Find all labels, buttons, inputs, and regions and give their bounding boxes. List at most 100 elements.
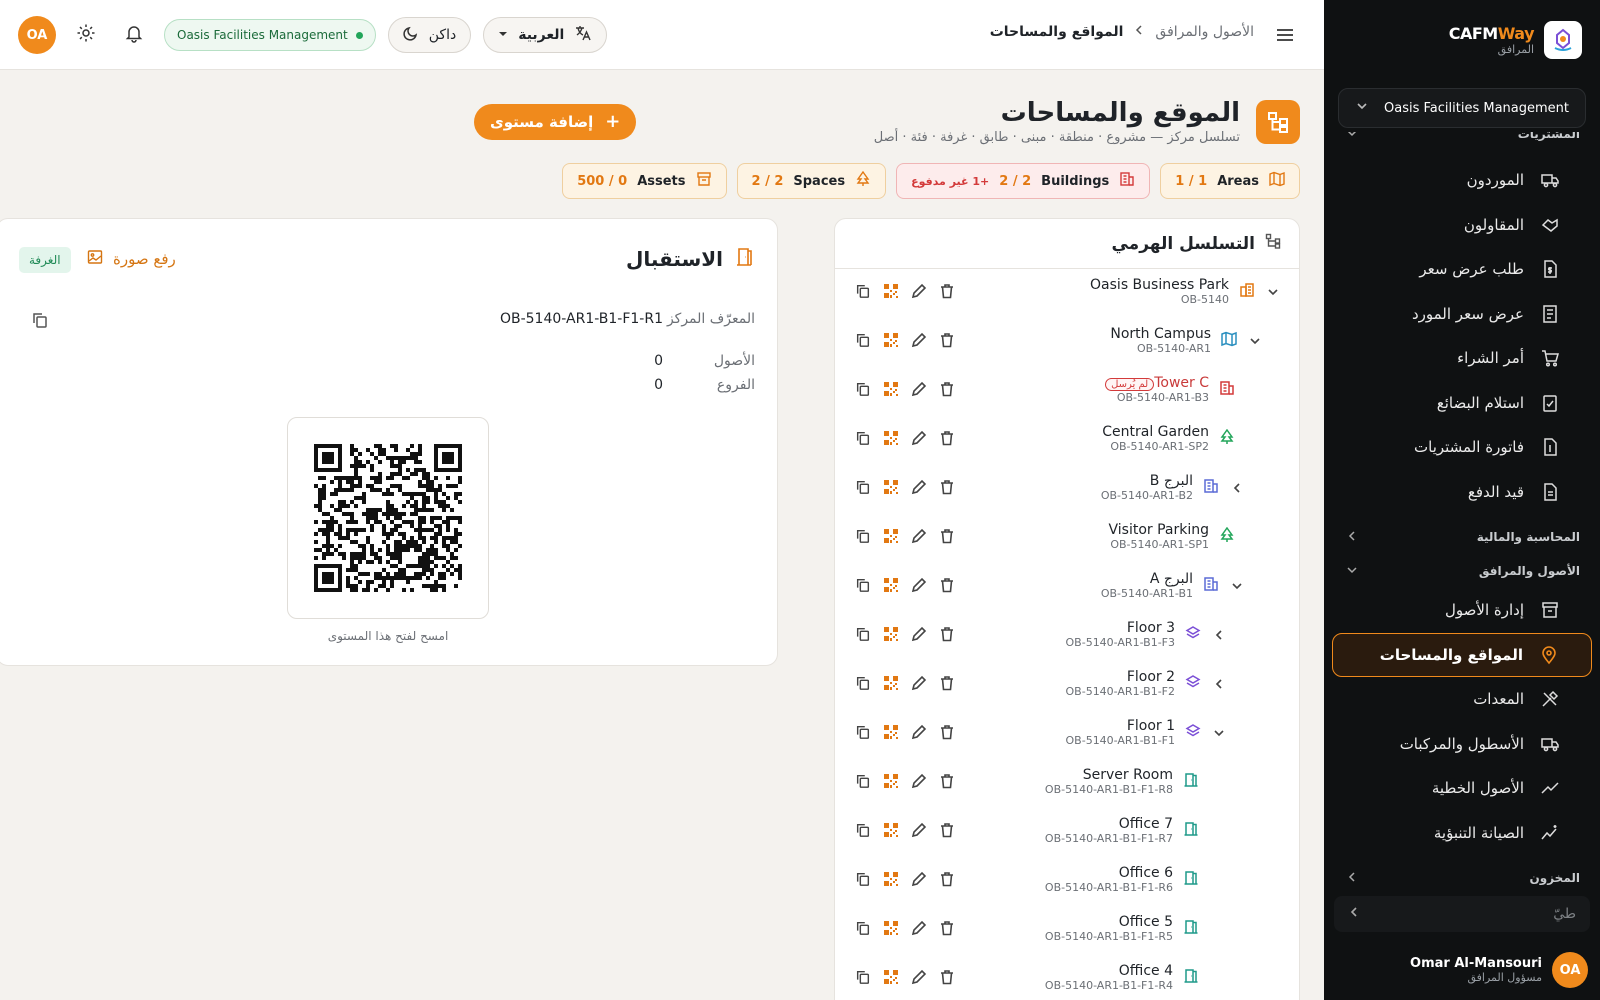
copy-id-button[interactable]: [31, 311, 49, 333]
qr-icon[interactable]: [881, 820, 901, 840]
copy-icon[interactable]: [853, 967, 873, 987]
tree-row[interactable]: Floor 2 OB-5140-AR1-B1-F2: [835, 661, 1299, 710]
edit-icon[interactable]: [909, 967, 929, 987]
qr-icon[interactable]: [881, 624, 901, 644]
edit-icon[interactable]: [909, 722, 929, 742]
qr-icon[interactable]: [881, 281, 901, 301]
tree-row[interactable]: Office 6 OB-5140-AR1-B1-F1-R6: [835, 857, 1299, 906]
settings-button[interactable]: [68, 17, 104, 53]
copy-icon[interactable]: [853, 918, 873, 938]
org-status-badge[interactable]: Oasis Facilities Management: [164, 19, 376, 51]
theme-toggle[interactable]: داكن: [387, 17, 472, 53]
nav-section-accounting[interactable]: المحاسبة والمالية: [1324, 520, 1600, 554]
trash-icon[interactable]: [937, 820, 957, 840]
language-select[interactable]: العربية: [483, 17, 608, 53]
edit-icon[interactable]: [909, 428, 929, 448]
trash-icon[interactable]: [937, 967, 957, 987]
qr-icon[interactable]: [881, 477, 901, 497]
trash-icon[interactable]: [937, 575, 957, 595]
sidebar-item-equipment[interactable]: المعدات: [1332, 677, 1592, 722]
nav-section-purchases[interactable]: المشتريات: [1324, 132, 1600, 142]
sidebar-item-rfq[interactable]: طلب عرض سعر: [1332, 247, 1592, 292]
trash-icon[interactable]: [937, 330, 957, 350]
breadcrumb-item[interactable]: الأصول والمرافق: [1155, 24, 1254, 40]
copy-icon[interactable]: [853, 624, 873, 644]
edit-icon[interactable]: [909, 330, 929, 350]
tree-row[interactable]: Visitor Parking OB-5140-AR1-SP1: [835, 514, 1299, 563]
brand[interactable]: CAFMWay المرافق: [1342, 18, 1582, 62]
qr-icon[interactable]: [881, 428, 901, 448]
tree-row[interactable]: البرج A OB-5140-AR1-B1: [835, 563, 1299, 612]
menu-icon[interactable]: [1274, 24, 1296, 50]
tree-row[interactable]: Central Garden OB-5140-AR1-SP2: [835, 416, 1299, 465]
copy-icon[interactable]: [853, 477, 873, 497]
trash-icon[interactable]: [937, 624, 957, 644]
tree-row[interactable]: Office 5 OB-5140-AR1-B1-F1-R5: [835, 906, 1299, 955]
copy-icon[interactable]: [853, 869, 873, 889]
chevron-left-icon[interactable]: [1211, 627, 1227, 643]
qr-icon[interactable]: [881, 673, 901, 693]
stat-assets[interactable]: 500 / 0 Assets: [562, 163, 727, 199]
edit-icon[interactable]: [909, 281, 929, 301]
tree-row[interactable]: Office 7 OB-5140-AR1-B1-F1-R7: [835, 808, 1299, 857]
copy-icon[interactable]: [853, 281, 873, 301]
edit-icon[interactable]: [909, 918, 929, 938]
qr-code[interactable]: [287, 417, 489, 619]
sidebar-item-suppliers[interactable]: الموردون: [1332, 158, 1592, 203]
copy-icon[interactable]: [853, 820, 873, 840]
nav-section-assets-facilities[interactable]: الأصول والمرافق: [1324, 554, 1600, 588]
copy-icon[interactable]: [853, 330, 873, 350]
copy-icon[interactable]: [853, 575, 873, 595]
sidebar-item-predictive-maintenance[interactable]: الصيانة التنبؤية: [1332, 811, 1592, 856]
copy-icon[interactable]: [853, 673, 873, 693]
edit-icon[interactable]: [909, 771, 929, 791]
edit-icon[interactable]: [909, 820, 929, 840]
copy-icon[interactable]: [853, 722, 873, 742]
sidebar-collapse-button[interactable]: طيّ: [1334, 896, 1590, 932]
org-select[interactable]: Oasis Facilities Management: [1338, 88, 1586, 128]
qr-icon[interactable]: [881, 526, 901, 546]
trash-icon[interactable]: [937, 722, 957, 742]
user-profile[interactable]: OA Omar Al-Mansouri مسؤول المرافق: [1336, 950, 1588, 990]
chevron-down-icon[interactable]: [1211, 725, 1227, 741]
tree-row[interactable]: Office 4 OB-5140-AR1-B1-F1-R4: [835, 955, 1299, 1000]
tree-row[interactable]: Server Room OB-5140-AR1-B1-F1-R8: [835, 759, 1299, 808]
sidebar-item-payment-entry[interactable]: قيد الدفع: [1332, 470, 1592, 515]
edit-icon[interactable]: [909, 575, 929, 595]
tree-row[interactable]: North Campus OB-5140-AR1: [835, 318, 1299, 367]
stat-spaces[interactable]: 2 / 2 Spaces: [736, 163, 887, 199]
trash-icon[interactable]: [937, 477, 957, 497]
copy-icon[interactable]: [853, 379, 873, 399]
chevron-left-icon[interactable]: [1211, 676, 1227, 692]
trash-icon[interactable]: [937, 918, 957, 938]
edit-icon[interactable]: [909, 526, 929, 546]
trash-icon[interactable]: [937, 428, 957, 448]
edit-icon[interactable]: [909, 673, 929, 693]
qr-icon[interactable]: [881, 967, 901, 987]
trash-icon[interactable]: [937, 869, 957, 889]
tree-row[interactable]: Tower Cلم يُرسل OB-5140-AR1-B3: [835, 367, 1299, 416]
sidebar-item-purchase-invoice[interactable]: فاتورة المشتريات: [1332, 425, 1592, 470]
nav-section-inventory[interactable]: المخزون: [1324, 861, 1600, 892]
tree-row[interactable]: Oasis Business Park OB-5140: [835, 269, 1299, 318]
sidebar-item-linear-assets[interactable]: الأصول الخطية: [1332, 766, 1592, 811]
notifications-button[interactable]: [116, 17, 152, 53]
sidebar-item-purchase-order[interactable]: أمر الشراء: [1332, 336, 1592, 381]
tree-row[interactable]: Floor 1 OB-5140-AR1-B1-F1: [835, 710, 1299, 759]
chevron-down-icon[interactable]: [1229, 578, 1245, 594]
trash-icon[interactable]: [937, 771, 957, 791]
tree-row[interactable]: البرج B OB-5140-AR1-B2: [835, 465, 1299, 514]
edit-icon[interactable]: [909, 869, 929, 889]
chevron-down-icon[interactable]: [1265, 284, 1281, 300]
chevron-down-icon[interactable]: [1247, 333, 1263, 349]
qr-icon[interactable]: [881, 379, 901, 399]
sidebar-item-contractors[interactable]: المقاولون: [1332, 203, 1592, 248]
copy-icon[interactable]: [853, 428, 873, 448]
add-level-button[interactable]: + إضافة مستوى: [474, 104, 637, 140]
chevron-left-icon[interactable]: [1229, 480, 1245, 496]
stat-buildings[interactable]: +1 غير مدفوع 2 / 2 Buildings: [896, 163, 1151, 199]
stat-areas[interactable]: 1 / 1 Areas: [1160, 163, 1300, 199]
edit-icon[interactable]: [909, 477, 929, 497]
copy-icon[interactable]: [853, 771, 873, 791]
copy-icon[interactable]: [853, 526, 873, 546]
